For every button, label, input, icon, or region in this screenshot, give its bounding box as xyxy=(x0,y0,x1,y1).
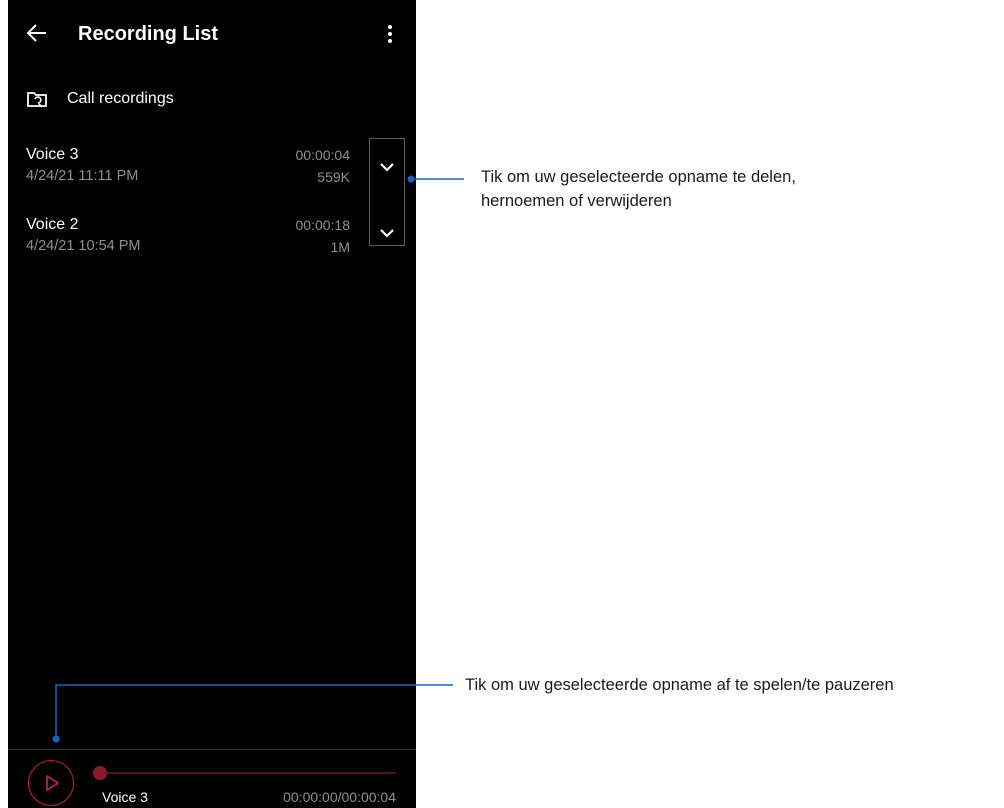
folder-label: Call recordings xyxy=(67,90,174,107)
now-playing-name: Voice 3 xyxy=(102,789,148,805)
recording-item[interactable]: Voice 3 4/24/21 11:11 PM 00:00:04 559K xyxy=(8,146,368,206)
more-vertical-icon[interactable] xyxy=(378,22,402,46)
playback-time: 00:00:00/00:00:04 xyxy=(283,789,396,805)
recording-size: 1M xyxy=(330,239,350,255)
recording-size: 559K xyxy=(317,169,350,185)
recording-date: 4/24/21 10:54 PM xyxy=(26,238,141,254)
page-title: Recording List xyxy=(78,23,219,45)
app-bar: Recording List xyxy=(8,0,416,72)
recording-duration: 00:00:04 xyxy=(295,147,351,163)
folder-sync-icon xyxy=(27,92,47,108)
play-icon xyxy=(46,775,59,791)
expand-annotation: Tik om uw geselecteerde opname te delen,… xyxy=(481,165,796,213)
recording-name: Voice 3 xyxy=(26,146,79,163)
recording-name: Voice 2 xyxy=(26,216,79,233)
arrow-left-icon[interactable] xyxy=(26,22,48,44)
expand-annotation-line2: hernoemen of verwijderen xyxy=(481,192,672,210)
recording-list-screen: Recording List Call recordings Voice 3 4… xyxy=(8,0,416,808)
recording-date: 4/24/21 11:11 PM xyxy=(26,168,139,184)
expand-annotation-line1: Tik om uw geselecteerde opname te delen, xyxy=(481,168,796,186)
progress-track[interactable] xyxy=(100,772,396,774)
chevron-down-icon[interactable] xyxy=(378,227,396,239)
play-button[interactable] xyxy=(28,760,74,806)
play-annotation: Tik om uw geselecteerde opname af te spe… xyxy=(465,676,894,694)
expand-buttons-highlight xyxy=(369,138,405,246)
progress-thumb[interactable] xyxy=(93,766,107,780)
chevron-down-icon[interactable] xyxy=(378,161,396,173)
recording-duration: 00:00:18 xyxy=(295,217,351,233)
player-divider xyxy=(8,749,416,750)
call-recordings-folder[interactable]: Call recordings xyxy=(8,82,416,118)
recording-item[interactable]: Voice 2 4/24/21 10:54 PM 00:00:18 1M xyxy=(8,216,368,276)
